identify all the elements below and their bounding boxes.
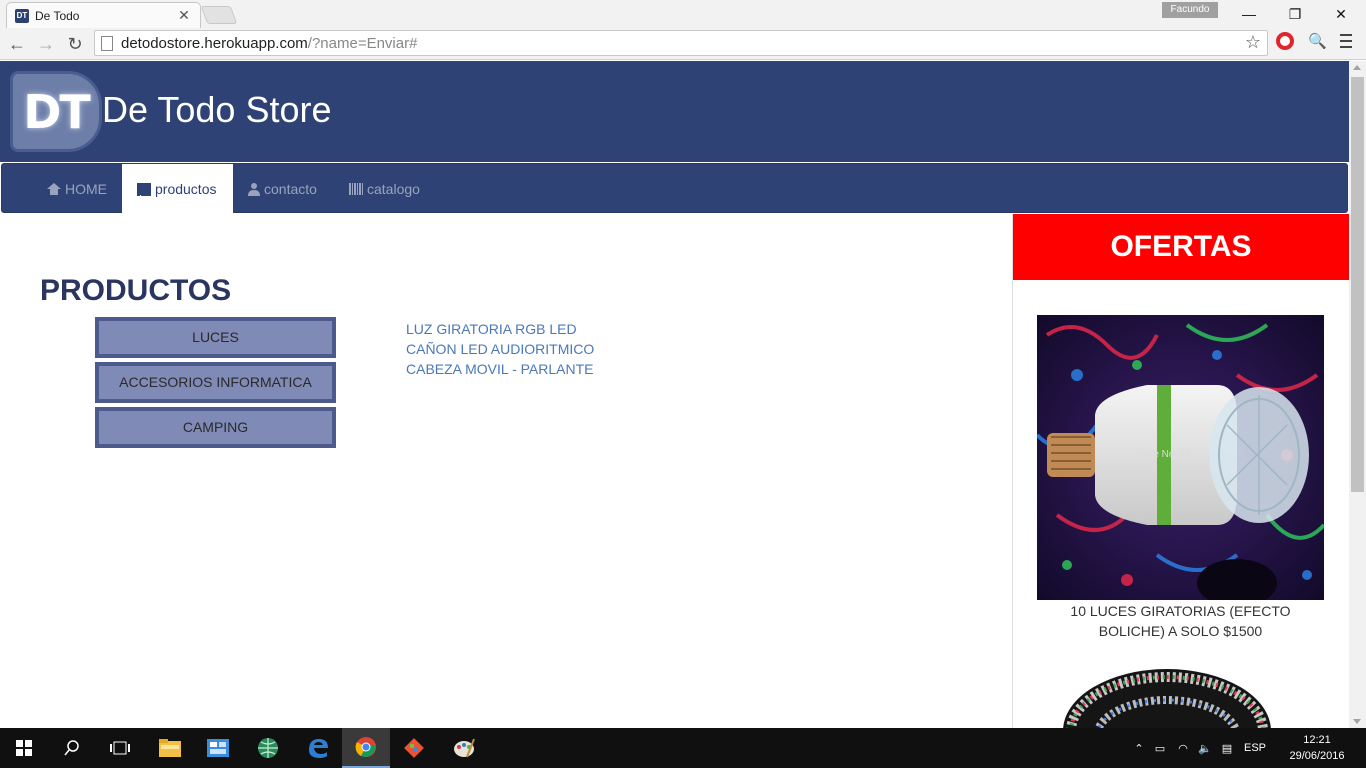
site-title: De Todo Store	[102, 89, 332, 130]
page-icon	[101, 35, 113, 51]
url-host: detodostore.herokuapp.com	[121, 34, 308, 52]
barcode-icon	[349, 183, 363, 195]
nav-productos-label: productos	[155, 181, 217, 197]
clock-time: 12:21	[1303, 734, 1331, 746]
browser-tab[interactable]: DT De Todo ✕	[6, 2, 201, 28]
nav-catalogo[interactable]: catalogo	[334, 164, 435, 214]
ofertas-title: OFERTAS	[1013, 214, 1349, 280]
chevron-up-icon[interactable]: ⌃	[1130, 742, 1148, 755]
offer-caption-line: BOLICHE) A SOLO $1500	[1098, 623, 1263, 639]
category-list: LUCES ACCESORIOS INFORMATICA CAMPING	[95, 317, 336, 452]
offer-caption-line: 10 LUCES GIRATORIAS (EFECTO	[1070, 603, 1291, 619]
product-link[interactable]: CABEZA MOVIL - PARLANTE	[406, 359, 594, 379]
logo-text: DT	[23, 84, 91, 139]
tab-close-icon[interactable]: ✕	[176, 7, 192, 24]
notifications-icon[interactable]: ▤	[1216, 742, 1238, 755]
image-watermark: Store No: 61	[1135, 449, 1192, 460]
url-path: /?name=Enviar#	[307, 34, 418, 52]
reload-icon[interactable]: ↻	[62, 31, 88, 57]
clock-date: 29/06/2016	[1289, 750, 1345, 762]
volume-icon[interactable]: 🔈	[1194, 742, 1216, 755]
file-explorer-icon[interactable]	[146, 728, 194, 768]
edge-browser-icon[interactable]	[294, 728, 342, 768]
taskbar-clock[interactable]: 12:21 29/06/2016	[1282, 732, 1352, 764]
page-viewport: DT De Todo Store HOME productos contacto…	[0, 61, 1349, 728]
battery-icon[interactable]: ▭	[1148, 742, 1172, 755]
store-app-icon[interactable]	[194, 728, 242, 768]
category-accesorios-button[interactable]: ACCESORIOS INFORMATICA	[95, 362, 336, 403]
address-bar[interactable]: detodostore.herokuapp.com/?name=Enviar# …	[94, 30, 1268, 56]
restore-icon[interactable]: ❐	[1272, 0, 1318, 28]
product-link[interactable]: LUZ GIRATORIA RGB LED	[406, 319, 594, 339]
list-icon	[137, 183, 151, 196]
forward-icon[interactable]: →	[33, 31, 59, 57]
minimize-icon[interactable]: —	[1226, 0, 1272, 28]
profile-badge[interactable]: Facundo	[1162, 2, 1218, 18]
nav-home-label: HOME	[65, 181, 107, 197]
tab-title: De Todo	[35, 8, 80, 23]
category-camping-button[interactable]: CAMPING	[95, 407, 336, 448]
user-icon	[248, 182, 260, 196]
scroll-up-icon[interactable]	[1353, 65, 1361, 70]
page-title: PRODUCTOS	[40, 274, 232, 307]
windows-taskbar: ⌃ ▭ ◠ 🔈 ▤ ESP 12:21 29/06/2016	[0, 728, 1366, 768]
nav-home[interactable]: HOME	[32, 164, 122, 214]
product-link[interactable]: CAÑON LED AUDIORITMICO	[406, 339, 594, 359]
offer-image-rotating-light[interactable]: Store No: 61	[1037, 315, 1324, 600]
main-navbar: HOME productos contacto catalogo	[1, 163, 1348, 214]
paint-app-icon[interactable]	[440, 728, 488, 768]
close-window-icon[interactable]: ✕	[1318, 0, 1364, 28]
task-view-icon[interactable]	[96, 728, 144, 768]
scrollbar-thumb[interactable]	[1351, 77, 1364, 492]
favicon-icon: DT	[15, 8, 29, 23]
browser-menu-icon[interactable]	[1340, 30, 1358, 54]
product-list: LUZ GIRATORIA RGB LED CAÑON LED AUDIORIT…	[406, 319, 594, 379]
wifi-icon[interactable]: ◠	[1172, 742, 1194, 755]
offer-image-led-strip[interactable]	[1057, 661, 1272, 728]
system-tray: ⌃ ▭ ◠ 🔈 ▤ ESP	[1130, 728, 1272, 768]
language-indicator[interactable]: ESP	[1238, 742, 1272, 754]
back-icon[interactable]: ←	[4, 31, 30, 57]
nav-contacto[interactable]: contacto	[233, 164, 332, 214]
bookmark-star-icon[interactable]: ☆	[1245, 32, 1261, 53]
browser-toolbar: ← → ↻ detodostore.herokuapp.com/?name=En…	[0, 28, 1366, 60]
search-icon[interactable]	[48, 728, 96, 768]
scroll-down-icon[interactable]	[1353, 719, 1361, 724]
new-tab-button[interactable]	[200, 6, 238, 24]
git-app-icon[interactable]	[390, 728, 438, 768]
opera-extension-icon[interactable]	[1276, 32, 1294, 50]
site-logo[interactable]: DT	[10, 71, 102, 152]
search-extension-icon[interactable]: 🔍	[1308, 32, 1327, 50]
browser-titlebar: DT De Todo ✕ Facundo — ❐ ✕	[0, 0, 1366, 28]
category-luces-button[interactable]: LUCES	[95, 317, 336, 358]
page-scrollbar[interactable]	[1349, 61, 1366, 728]
nav-productos[interactable]: productos	[122, 164, 233, 214]
ofertas-sidebar: OFERTAS Store No: 61 10 LUCES GIRATORIAS…	[1012, 214, 1349, 728]
chrome-browser-icon[interactable]	[342, 728, 390, 768]
site-header: DT De Todo Store	[0, 61, 1349, 162]
offer-caption[interactable]: 10 LUCES GIRATORIAS (EFECTO BOLICHE) A S…	[1037, 601, 1324, 641]
nav-contacto-label: contacto	[264, 181, 317, 197]
home-icon	[47, 183, 61, 195]
globe-app-icon[interactable]	[244, 728, 292, 768]
nav-catalogo-label: catalogo	[367, 181, 420, 197]
start-windows-icon[interactable]	[0, 728, 48, 768]
